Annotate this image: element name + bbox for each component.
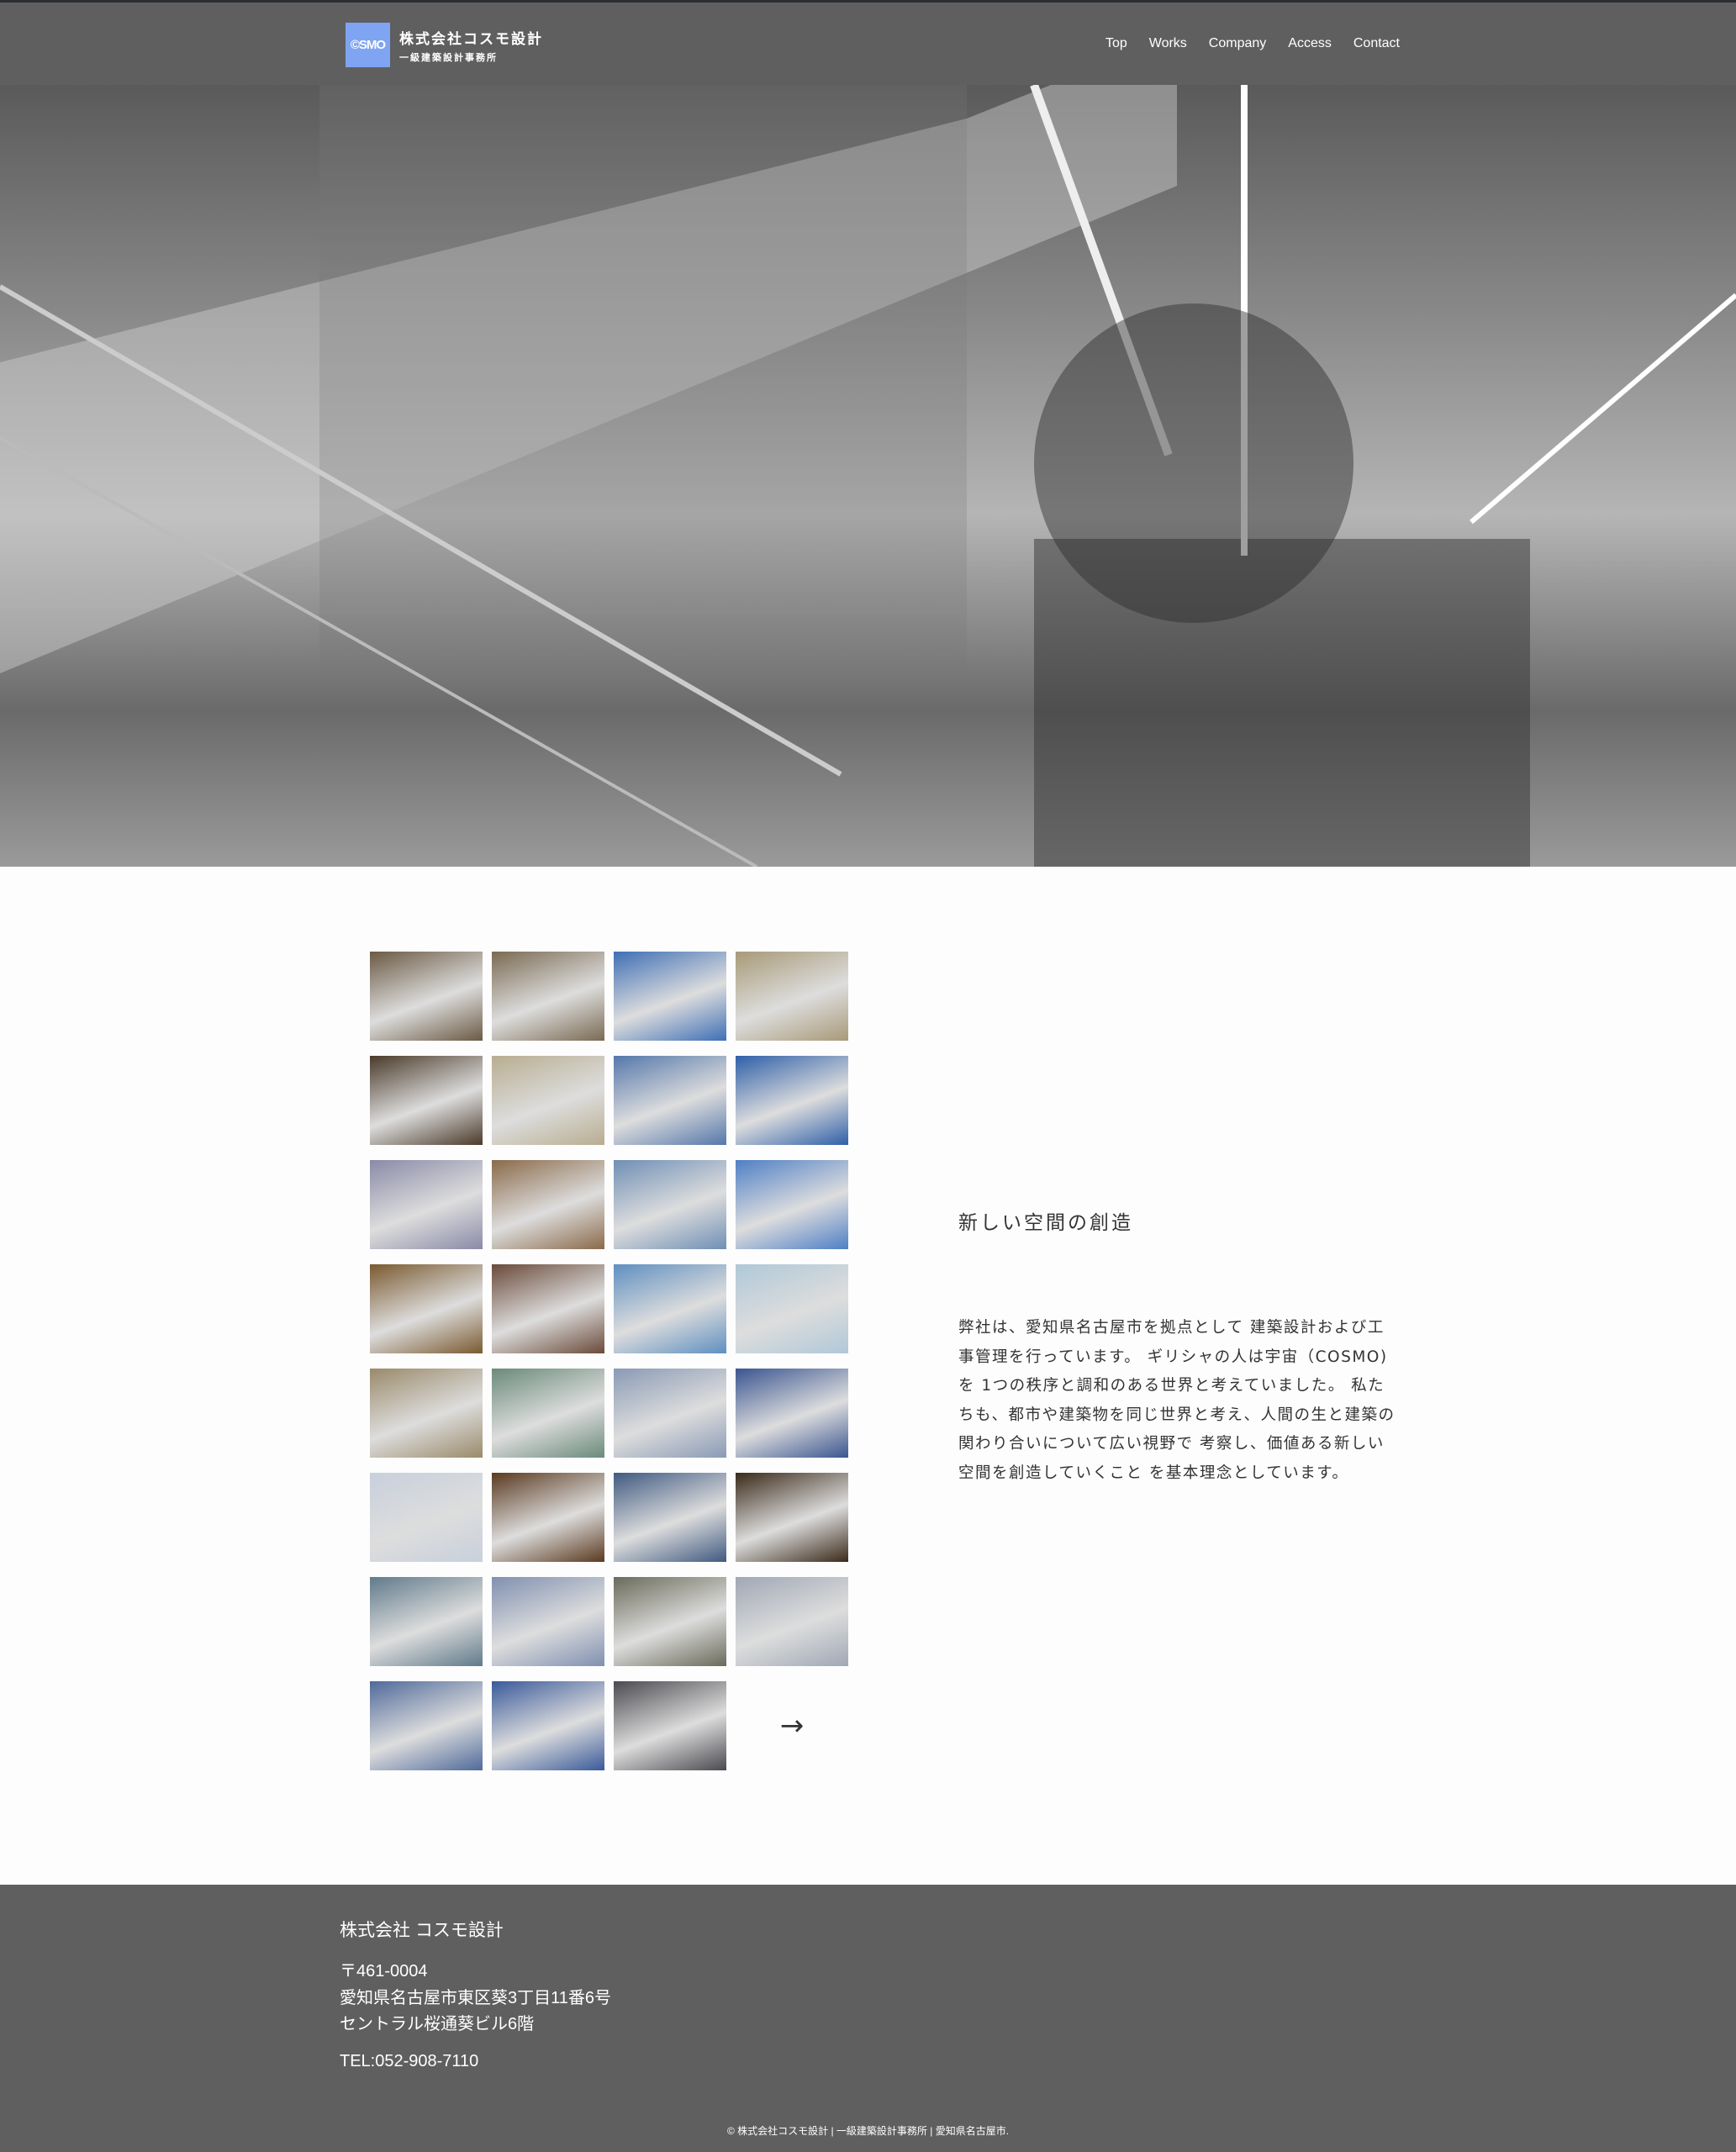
work-thumbnail[interactable] [370, 952, 483, 1041]
work-thumbnail[interactable] [492, 1473, 604, 1562]
logo-subtitle: 一級建築設計事務所 [399, 51, 498, 63]
work-thumbnail[interactable] [736, 1264, 848, 1353]
work-thumbnail[interactable] [736, 1369, 848, 1458]
work-thumbnail[interactable] [614, 1681, 726, 1770]
footer-company: 株式会社 コスモ設計 [340, 1921, 504, 1940]
footer-address-line2: セントラル桜通葵ビル6階 [340, 2015, 535, 2033]
intro-heading: 新しい空間の創造 [958, 1212, 1133, 1234]
footer-postal: 〒461-0004 [340, 1962, 428, 1981]
work-thumbnail[interactable] [370, 1160, 483, 1249]
logo[interactable]: ©SMO 株式会社コスモ設計 一級建築設計事務所 [346, 23, 543, 67]
work-thumbnail[interactable] [614, 952, 726, 1041]
nav-company[interactable]: Company [1209, 36, 1266, 51]
work-thumbnail[interactable] [492, 1056, 604, 1145]
work-thumbnail[interactable] [736, 1577, 848, 1666]
work-thumbnail[interactable] [370, 1577, 483, 1666]
nav-works[interactable]: Works [1149, 36, 1187, 51]
next-arrow-icon[interactable]: → [736, 1681, 848, 1770]
nav-top[interactable]: Top [1105, 36, 1127, 51]
hero-image [0, 85, 1736, 867]
nav-contact[interactable]: Contact [1353, 36, 1400, 51]
work-thumbnail[interactable] [370, 1473, 483, 1562]
work-thumbnail[interactable] [370, 1264, 483, 1353]
work-thumbnail[interactable] [614, 1056, 726, 1145]
copyright: © 株式会社コスモ設計 | 一級建築設計事務所 | 愛知県名古屋市. [726, 2125, 1010, 2137]
logo-name: 株式会社コスモ設計 [399, 30, 543, 48]
work-thumbnail[interactable] [736, 1473, 848, 1562]
work-thumbnail[interactable] [736, 1056, 848, 1145]
site-footer: 株式会社 コスモ設計 〒461-0004 愛知県名古屋市東区葵3丁目11番6号 … [0, 1885, 1736, 2152]
work-thumbnail[interactable] [492, 1681, 604, 1770]
work-thumbnail[interactable] [614, 1577, 726, 1666]
work-thumbnail[interactable] [492, 1264, 604, 1353]
nav-access[interactable]: Access [1288, 36, 1332, 51]
footer-address-line1: 愛知県名古屋市東区葵3丁目11番6号 [340, 1988, 612, 2007]
work-thumbnail[interactable] [492, 1160, 604, 1249]
work-thumbnail[interactable] [370, 1681, 483, 1770]
footer-address: 〒461-0004 愛知県名古屋市東区葵3丁目11番6号 セントラル桜通葵ビル6… [340, 1959, 611, 2039]
footer-tel: TEL:052-908-7110 [340, 2052, 479, 2070]
work-thumbnail[interactable] [614, 1264, 726, 1353]
work-thumbnail[interactable] [614, 1369, 726, 1458]
work-thumbnail[interactable] [492, 952, 604, 1041]
work-thumbnail[interactable] [370, 1056, 483, 1145]
intro-paragraph: 弊社は、愛知県名古屋市を拠点として 建築設計および工事管理を行っています。 ギリ… [958, 1319, 1396, 1482]
work-thumbnail[interactable] [614, 1160, 726, 1249]
work-thumbnail[interactable] [492, 1577, 604, 1666]
work-thumbnail[interactable] [492, 1369, 604, 1458]
hero-staircase-photo [0, 85, 1736, 867]
work-thumbnail[interactable] [370, 1369, 483, 1458]
logo-mark: ©SMO [346, 23, 390, 67]
works-thumbnail-grid: → [370, 952, 848, 1770]
work-thumbnail[interactable] [736, 1160, 848, 1249]
main-nav: Top Works Company Access Contact [1105, 36, 1400, 51]
work-thumbnail[interactable] [736, 952, 848, 1041]
work-thumbnail[interactable] [614, 1473, 726, 1562]
site-header: ©SMO 株式会社コスモ設計 一級建築設計事務所 Top Works Compa… [0, 0, 1736, 85]
